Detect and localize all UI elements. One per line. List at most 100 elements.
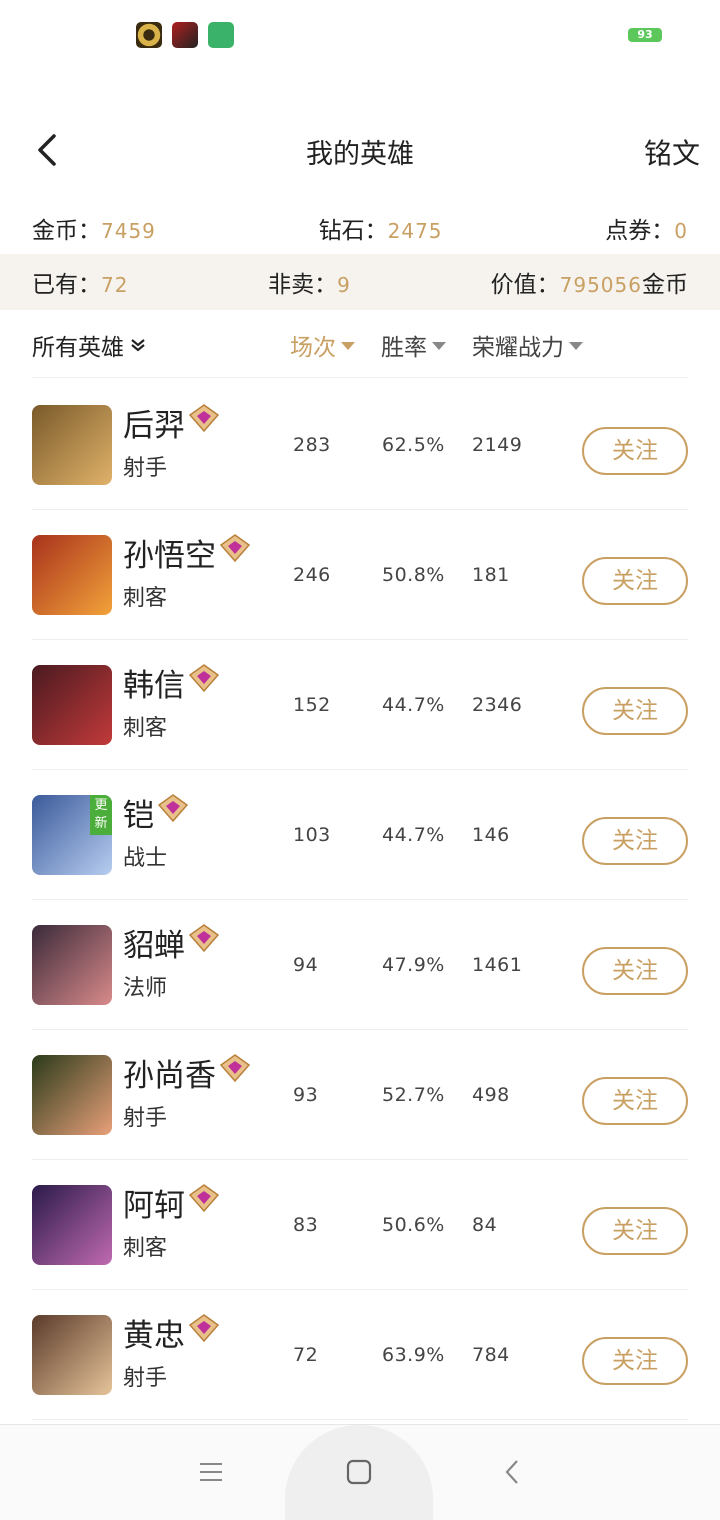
voucher-label: 点券： xyxy=(605,218,675,244)
hero-power: 1461 xyxy=(472,954,523,976)
follow-button[interactable]: 关注 xyxy=(582,557,688,605)
hero-avatar[interactable] xyxy=(32,1055,112,1135)
hero-row[interactable]: 貂蝉 法师 94 47.9% 1461 关注 xyxy=(32,900,688,1030)
hero-row[interactable]: 韩信 刺客 152 44.7% 2346 关注 xyxy=(32,640,688,770)
nav-back-icon[interactable] xyxy=(500,1459,526,1485)
sort-bar: 所有英雄 场次 胜率 荣耀战力 xyxy=(32,318,688,378)
hero-row[interactable]: 更新铠战士 103 44.7% 146 关注 xyxy=(32,770,688,900)
hero-power: 498 xyxy=(472,1084,510,1106)
hero-matches: 93 xyxy=(293,1084,319,1106)
hero-list: 后羿 射手 283 62.5% 2149 关注 孙悟空 刺客 246 50.8% 181 关注 韩信 刺客… xyxy=(32,380,688,1420)
sort-matches-label: 场次 xyxy=(290,335,336,361)
hero-winrate: 44.7% xyxy=(382,694,445,716)
sort-caret-icon xyxy=(341,342,355,350)
hero-power: 2346 xyxy=(472,694,523,716)
follow-button[interactable]: 关注 xyxy=(582,427,688,475)
hero-name-text: 孙尚香 xyxy=(123,1058,216,1094)
sort-winrate[interactable]: 胜率 xyxy=(381,328,446,362)
hero-winrate: 63.9% xyxy=(382,1344,445,1366)
nonsale-label: 非卖： xyxy=(268,272,338,298)
follow-button[interactable]: 关注 xyxy=(582,1077,688,1125)
sort-caret-icon xyxy=(432,342,446,350)
hero-name: 黄忠 xyxy=(123,1310,221,1355)
follow-button[interactable]: 关注 xyxy=(582,1337,688,1385)
follow-button[interactable]: 关注 xyxy=(582,817,688,865)
hero-name: 孙悟空 xyxy=(123,530,252,575)
hero-row[interactable]: 黄忠 射手 72 63.9% 784 关注 xyxy=(32,1290,688,1420)
sort-caret-icon xyxy=(569,342,583,350)
hero-power: 181 xyxy=(472,564,510,586)
diamond-label: 钻石： xyxy=(318,218,388,244)
owned-stat: 已有：72 xyxy=(32,265,128,299)
mastery-badge-icon xyxy=(188,403,220,432)
hero-matches: 246 xyxy=(293,564,331,586)
hero-row[interactable]: 阿轲 刺客 83 50.6% 84 关注 xyxy=(32,1160,688,1290)
hero-name-text: 韩信 xyxy=(123,668,185,704)
hero-power: 2149 xyxy=(472,434,523,456)
hero-avatar[interactable] xyxy=(32,1315,112,1395)
hero-matches: 94 xyxy=(293,954,319,976)
hero-role: 射手 xyxy=(123,1366,168,1391)
app-notification-icon xyxy=(172,22,198,48)
notification-icons xyxy=(136,22,234,48)
hero-avatar[interactable] xyxy=(32,405,112,485)
owned-label: 已有： xyxy=(32,272,101,298)
hero-avatar[interactable] xyxy=(32,1185,112,1265)
follow-button[interactable]: 关注 xyxy=(582,947,688,995)
hero-winrate: 52.7% xyxy=(382,1084,445,1106)
menu-icon[interactable] xyxy=(198,1459,224,1485)
follow-button[interactable]: 关注 xyxy=(582,687,688,735)
hero-role: 射手 xyxy=(123,456,168,481)
hero-name-text: 黄忠 xyxy=(123,1318,185,1354)
hero-name-text: 孙悟空 xyxy=(123,538,216,574)
hero-name: 阿轲 xyxy=(123,1180,221,1225)
hero-matches: 103 xyxy=(293,824,331,846)
mastery-badge-icon xyxy=(188,1183,220,1212)
value-label: 价值： xyxy=(490,272,560,298)
hero-avatar[interactable]: 更新 xyxy=(32,795,112,875)
inscription-link[interactable]: 铭文 xyxy=(644,132,700,172)
hero-avatar[interactable] xyxy=(32,925,112,1005)
diamond-stat: 钻石：2475 xyxy=(319,211,443,245)
app-notification-icon xyxy=(136,22,162,48)
hero-winrate: 50.6% xyxy=(382,1214,445,1236)
sort-matches[interactable]: 场次 xyxy=(290,328,355,362)
hero-filter-dropdown[interactable]: 所有英雄 xyxy=(32,328,146,362)
sort-winrate-label: 胜率 xyxy=(381,335,427,361)
system-nav-bar xyxy=(0,1424,720,1520)
hero-row[interactable]: 孙悟空 刺客 246 50.8% 181 关注 xyxy=(32,510,688,640)
sort-power-label: 荣耀战力 xyxy=(472,335,564,361)
home-button[interactable] xyxy=(285,1425,433,1520)
hero-name-text: 铠 xyxy=(123,798,154,834)
owned-value: 72 xyxy=(101,273,129,297)
gold-value: 7459 xyxy=(101,219,156,243)
hero-role: 战士 xyxy=(123,846,168,871)
nonsale-value: 9 xyxy=(337,273,351,297)
hero-name-text: 阿轲 xyxy=(123,1188,185,1224)
hero-avatar[interactable] xyxy=(32,535,112,615)
hero-name: 铠 xyxy=(123,790,190,835)
value-unit: 金币 xyxy=(641,272,688,298)
hero-row[interactable]: 孙尚香 射手 93 52.7% 498 关注 xyxy=(32,1030,688,1160)
top-bar: 我的英雄 铭文 xyxy=(0,120,720,180)
hero-winrate: 50.8% xyxy=(382,564,445,586)
hero-winrate: 62.5% xyxy=(382,434,445,456)
status-bar: 93 xyxy=(0,0,720,70)
voucher-value: 0 xyxy=(674,219,688,243)
nonsale-stat: 非卖：9 xyxy=(268,265,351,299)
mastery-badge-icon xyxy=(219,1053,251,1082)
hero-row[interactable]: 后羿 射手 283 62.5% 2149 关注 xyxy=(32,380,688,510)
hero-name-text: 貂蝉 xyxy=(123,928,185,964)
hero-matches: 283 xyxy=(293,434,331,456)
hero-name: 韩信 xyxy=(123,660,221,705)
sort-power[interactable]: 荣耀战力 xyxy=(472,328,583,362)
hero-avatar[interactable] xyxy=(32,665,112,745)
hero-power: 84 xyxy=(472,1214,498,1236)
voucher-stat: 点券：0 xyxy=(605,211,688,245)
currency-bar: 金币：7459 钻石：2475 点券：0 xyxy=(32,208,688,248)
hero-name: 貂蝉 xyxy=(123,920,221,965)
follow-button[interactable]: 关注 xyxy=(582,1207,688,1255)
mastery-badge-icon xyxy=(188,923,220,952)
hero-power: 146 xyxy=(472,824,510,846)
gold-stat: 金币：7459 xyxy=(32,211,156,245)
